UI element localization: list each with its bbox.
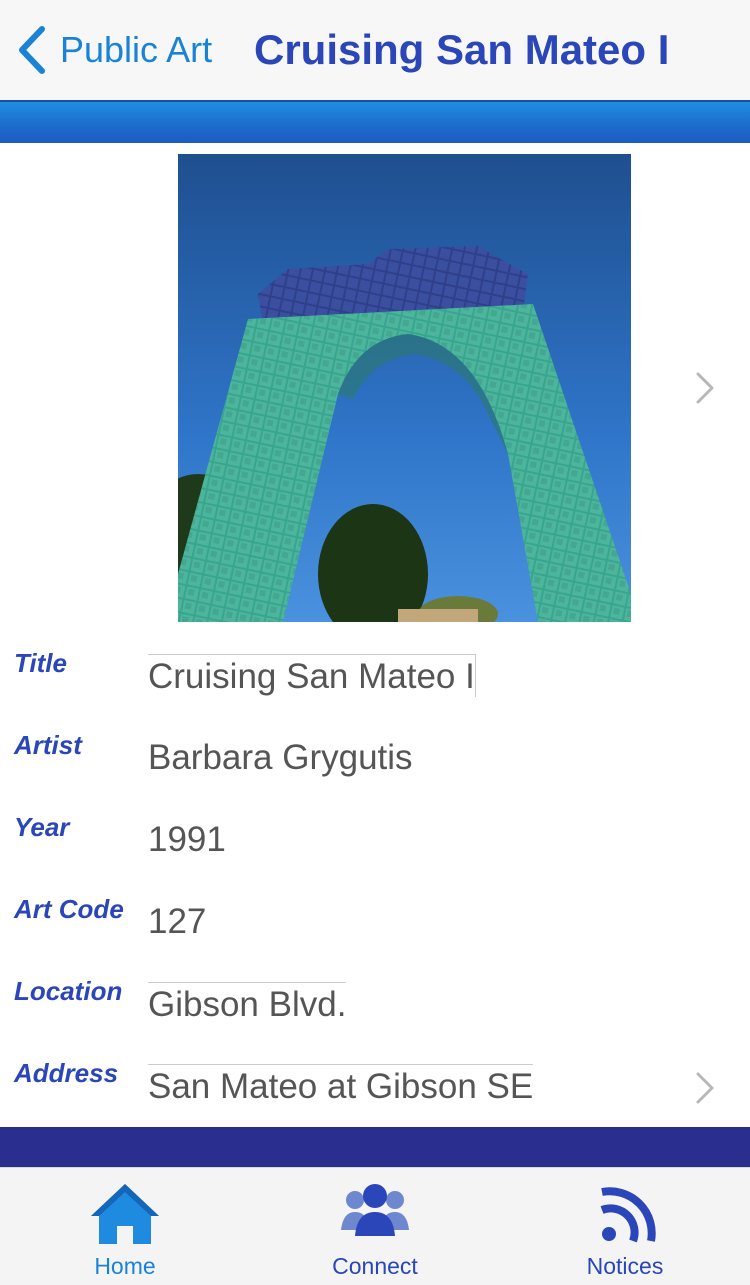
detail-row-title: Title Cruising San Mateo I — [0, 648, 750, 730]
year-label: Year — [14, 812, 70, 842]
footer-band — [0, 1127, 750, 1167]
navigation-bar: Public Art Cruising San Mateo I — [0, 0, 750, 100]
tab-home-label: Home — [94, 1253, 156, 1279]
tab-home[interactable]: Home — [0, 1168, 250, 1285]
chevron-right-icon — [696, 372, 714, 404]
title-value: Cruising San Mateo I — [148, 654, 476, 697]
page-title: Cruising San Mateo I — [254, 26, 670, 73]
address-value[interactable]: San Mateo at Gibson SE — [148, 1064, 534, 1107]
art-code-label: Art Code — [14, 894, 124, 924]
art-code-value: 127 — [148, 902, 207, 941]
people-icon — [337, 1180, 413, 1246]
detail-row-artist: Artist Barbara Grygutis — [0, 730, 750, 812]
artwork-photo[interactable] — [178, 154, 631, 622]
back-label: Public Art — [60, 29, 213, 70]
tab-bar: Home Connect Notices — [0, 1167, 750, 1285]
address-label: Address — [14, 1058, 119, 1088]
artwork-image — [178, 154, 631, 622]
artist-value: Barbara Grygutis — [148, 738, 413, 777]
detail-row-art-code: Art Code 127 — [0, 894, 750, 976]
home-icon — [87, 1180, 163, 1246]
artist-label: Artist — [14, 730, 82, 760]
chevron-right-icon — [696, 1072, 714, 1104]
location-label: Location — [14, 976, 123, 1006]
back-button[interactable]: Public Art — [14, 22, 212, 78]
tab-connect-label: Connect — [332, 1253, 418, 1279]
title-label: Title — [14, 648, 67, 678]
detail-row-year: Year 1991 — [0, 812, 750, 894]
chevron-left-icon — [19, 26, 45, 74]
year-value: 1991 — [148, 820, 226, 859]
tab-connect[interactable]: Connect — [250, 1168, 500, 1285]
location-value: Gibson Blvd. — [148, 982, 347, 1025]
rss-icon — [587, 1180, 663, 1246]
next-photo-button[interactable] — [692, 368, 718, 408]
address-disclosure[interactable] — [692, 1068, 718, 1108]
tab-notices-label: Notices — [586, 1253, 664, 1279]
tab-notices[interactable]: Notices — [500, 1168, 750, 1285]
detail-row-location: Location Gibson Blvd. — [0, 976, 750, 1058]
header-gradient-bar — [0, 100, 750, 143]
